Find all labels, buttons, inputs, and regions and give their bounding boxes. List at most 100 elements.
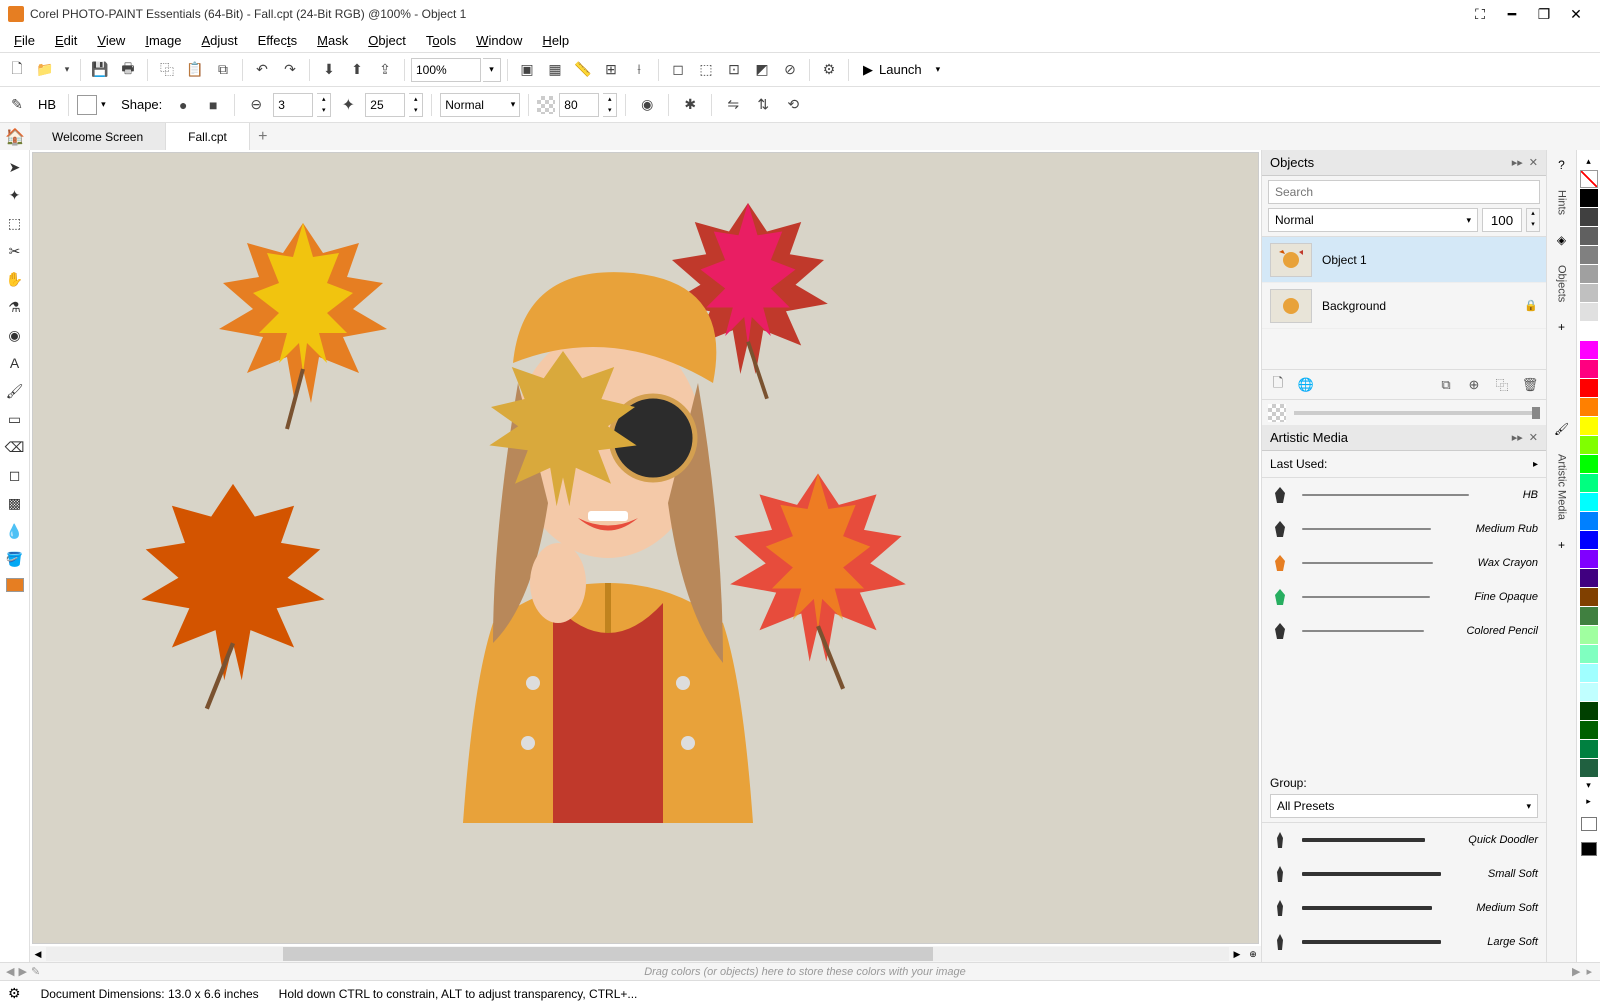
color-swatch[interactable] bbox=[1580, 208, 1598, 226]
snap-button[interactable]: ⟊ bbox=[626, 57, 652, 83]
preset-row[interactable]: Medium Soft bbox=[1262, 891, 1546, 925]
color-swatch[interactable] bbox=[1580, 759, 1598, 777]
color-swatch[interactable] bbox=[1580, 569, 1598, 587]
shape-tool[interactable]: ◻ bbox=[3, 462, 27, 488]
color-swatch[interactable] bbox=[1580, 588, 1598, 606]
layers-icon[interactable]: ◈ bbox=[1553, 231, 1571, 249]
brush-icon[interactable]: 🖌 bbox=[1553, 420, 1571, 438]
color-swatch[interactable] bbox=[1580, 683, 1598, 701]
foreground-color[interactable] bbox=[6, 578, 24, 592]
invert-mask-button[interactable]: ◩ bbox=[749, 57, 775, 83]
am-close[interactable]: ✕ bbox=[1529, 431, 1538, 444]
effect-tool[interactable]: 🖌 bbox=[3, 378, 27, 404]
palette-down[interactable]: ▾ bbox=[1586, 780, 1591, 791]
brush-row[interactable]: Wax Crayon bbox=[1262, 546, 1546, 580]
canvas-viewport[interactable] bbox=[32, 152, 1259, 944]
preset-row[interactable]: Small Soft bbox=[1262, 857, 1546, 891]
zoom-input[interactable] bbox=[411, 58, 481, 82]
tray-dropper[interactable]: ✎ bbox=[31, 965, 40, 978]
close-button[interactable]: ✕ bbox=[1560, 2, 1592, 26]
color-swatch[interactable] bbox=[1580, 379, 1598, 397]
fill-tool[interactable]: 🪣 bbox=[3, 546, 27, 572]
scroll-right[interactable]: ▶ bbox=[1229, 946, 1245, 962]
tray-next[interactable]: ▶ bbox=[18, 965, 26, 978]
redo-button[interactable]: ↷ bbox=[277, 57, 303, 83]
paint-swatch-dd[interactable]: ▾ bbox=[101, 99, 113, 110]
size-spinner[interactable]: ▴▾ bbox=[317, 93, 331, 117]
brush-preset-icon[interactable]: ✎ bbox=[4, 92, 30, 118]
pan-tool[interactable]: ✋ bbox=[3, 266, 27, 292]
no-color-swatch[interactable] bbox=[1580, 170, 1598, 188]
crop-tool[interactable]: ✂ bbox=[3, 238, 27, 264]
text-tool[interactable]: A bbox=[3, 350, 27, 376]
color-swatch[interactable] bbox=[1580, 398, 1598, 416]
import-button[interactable]: ⬇ bbox=[316, 57, 342, 83]
scroll-thumb[interactable] bbox=[283, 947, 934, 961]
color-swatch[interactable] bbox=[1580, 474, 1598, 492]
print-button[interactable]: 🖶 bbox=[115, 57, 141, 83]
opacity-spinner[interactable]: ▴▾ bbox=[603, 93, 617, 117]
group-dropdown[interactable]: All Presets▾ bbox=[1270, 794, 1538, 818]
opacity-input[interactable] bbox=[559, 93, 599, 117]
color-swatch[interactable] bbox=[1580, 189, 1598, 207]
combine-button[interactable]: ⧉ bbox=[1436, 375, 1456, 395]
add-tab-button[interactable]: + bbox=[250, 123, 276, 150]
pointer-help-icon[interactable]: ? bbox=[1553, 156, 1571, 174]
tab-objects[interactable]: Objects bbox=[1554, 261, 1570, 306]
objects-search-input[interactable] bbox=[1268, 180, 1540, 204]
menu-effects[interactable]: Effects bbox=[248, 31, 308, 50]
brush-row[interactable]: Colored Pencil bbox=[1262, 614, 1546, 648]
color-swatch[interactable] bbox=[1580, 227, 1598, 245]
menu-object[interactable]: Object bbox=[358, 31, 416, 50]
eraser-tool[interactable]: ⌫ bbox=[3, 434, 27, 460]
menu-tools[interactable]: Tools bbox=[416, 31, 466, 50]
menu-window[interactable]: Window bbox=[466, 31, 532, 50]
menu-mask[interactable]: Mask bbox=[307, 31, 358, 50]
new-button[interactable]: 🗋 bbox=[4, 57, 30, 83]
mask-tool[interactable]: ⬚ bbox=[3, 210, 27, 236]
color-swatch[interactable] bbox=[1580, 265, 1598, 283]
remove-mask-button[interactable]: ⊘ bbox=[777, 57, 803, 83]
brush-row[interactable]: Medium Rub bbox=[1262, 512, 1546, 546]
color-swatch[interactable] bbox=[1580, 550, 1598, 568]
menu-help[interactable]: Help bbox=[532, 31, 579, 50]
shape-round[interactable]: ● bbox=[170, 92, 196, 118]
duplicate-button[interactable]: ⿻ bbox=[1492, 375, 1512, 395]
color-swatch[interactable] bbox=[1580, 721, 1598, 739]
paint-swatch[interactable] bbox=[77, 95, 97, 115]
color-swatch[interactable] bbox=[1580, 455, 1598, 473]
tray-prev[interactable]: ◀ bbox=[6, 965, 14, 978]
shape-square[interactable]: ■ bbox=[200, 92, 226, 118]
tray-scroll-right[interactable]: ▶ bbox=[1572, 965, 1580, 978]
color-swatch[interactable] bbox=[1580, 417, 1598, 435]
rotate-button[interactable]: ⟲ bbox=[780, 92, 806, 118]
mask-transform-tool[interactable]: ✦ bbox=[3, 182, 27, 208]
statusbar-settings[interactable]: ⚙ bbox=[8, 985, 21, 1002]
new-object-button[interactable]: 🗋 bbox=[1268, 375, 1288, 395]
color-swatch[interactable] bbox=[1580, 284, 1598, 302]
blend-mode-dropdown[interactable]: Normal▾ bbox=[440, 93, 520, 117]
options-button[interactable]: ⚙ bbox=[816, 57, 842, 83]
menu-edit[interactable]: Edit bbox=[45, 31, 87, 50]
launch-button[interactable]: ▶Launch▾ bbox=[855, 57, 948, 83]
objects-opacity-input[interactable] bbox=[1482, 208, 1522, 232]
tray-menu[interactable]: ▸ bbox=[1586, 965, 1592, 978]
color-well-bg[interactable] bbox=[1581, 817, 1597, 831]
color-swatch[interactable] bbox=[1580, 493, 1598, 511]
size-input[interactable] bbox=[273, 93, 313, 117]
horizontal-scrollbar[interactable]: ◀ ▶ ⊕ bbox=[30, 946, 1261, 962]
tab-welcome[interactable]: Welcome Screen bbox=[30, 123, 166, 150]
color-swatch[interactable] bbox=[1580, 360, 1598, 378]
new-lens-button[interactable]: 🌐 bbox=[1296, 375, 1316, 395]
plus-icon-2[interactable]: + bbox=[1553, 536, 1571, 554]
guidelines-button[interactable]: ⊞ bbox=[598, 57, 624, 83]
objects-flyout[interactable]: ▸▸ bbox=[1512, 156, 1523, 169]
feather-input[interactable] bbox=[365, 93, 405, 117]
color-swatch[interactable] bbox=[1580, 246, 1598, 264]
color-swatch[interactable] bbox=[1580, 303, 1598, 321]
transparency-tool[interactable]: ▩ bbox=[3, 490, 27, 516]
delete-layer-button[interactable]: 🗑 bbox=[1520, 375, 1540, 395]
brush-row[interactable]: HB bbox=[1262, 478, 1546, 512]
transparency-slider[interactable] bbox=[1294, 411, 1540, 415]
export-button[interactable]: ⬆ bbox=[344, 57, 370, 83]
